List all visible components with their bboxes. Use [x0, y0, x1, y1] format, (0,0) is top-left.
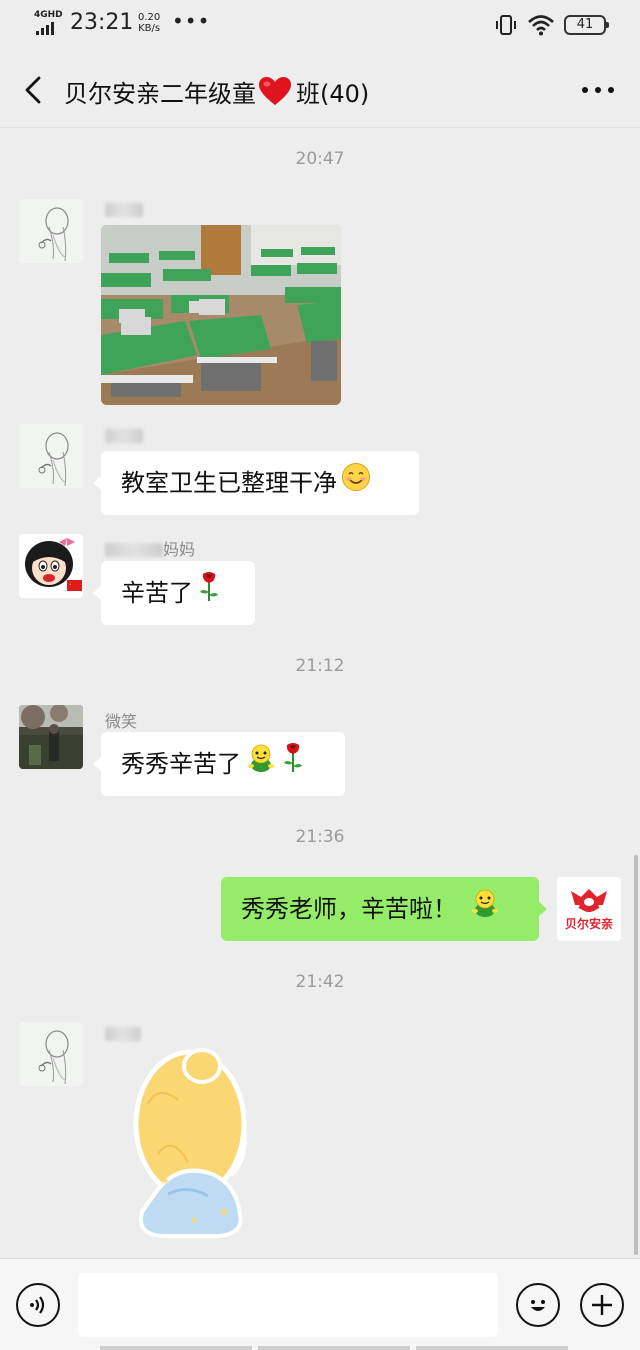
image-message[interactable]	[101, 225, 341, 405]
avatar[interactable]	[19, 199, 83, 263]
more-icon	[582, 87, 588, 93]
message-list[interactable]: 20:47 教室卫生已整理干净 妈妈 辛苦了 21:12 微笑 秀秀辛苦了 21…	[0, 128, 640, 1258]
back-icon	[25, 76, 41, 104]
sender-name	[105, 426, 143, 445]
chat-header: 贝尔安亲二年级童 班(40)	[0, 52, 640, 128]
chat-title: 贝尔安亲二年级童 班(40)	[64, 74, 369, 112]
emoji-icon	[531, 1300, 545, 1311]
signal-icon: 4GHD	[34, 10, 64, 36]
more-button[interactable]	[582, 80, 614, 100]
wifi-icon	[528, 15, 554, 36]
plus-icon	[592, 1295, 612, 1315]
sticker-message[interactable]	[128, 1044, 264, 1240]
timestamp: 20:47	[295, 149, 345, 169]
sender-name: 妈妈	[105, 536, 195, 560]
network-speed: 0.20 KB/s	[138, 12, 161, 34]
rose-icon	[281, 733, 305, 797]
message-bubble[interactable]: 辛苦了	[93, 561, 255, 626]
message-bubble[interactable]: 秀秀辛苦了	[93, 732, 345, 797]
voice-icon	[30, 1296, 45, 1314]
frog-emoji-icon	[245, 733, 277, 797]
sender-name	[105, 1024, 141, 1043]
frog-emoji-icon	[469, 878, 501, 942]
home-indicator	[100, 1346, 568, 1350]
heart-icon	[258, 76, 292, 112]
avatar[interactable]	[19, 1022, 83, 1086]
voice-button[interactable]	[16, 1283, 60, 1327]
timestamp: 21:36	[295, 827, 345, 847]
more-actions-button[interactable]	[580, 1283, 624, 1327]
clock: 23:21	[70, 10, 134, 35]
sender-name: 微笑	[105, 712, 138, 731]
vibrate-icon	[496, 15, 516, 35]
svg-text:贝尔安亲: 贝尔安亲	[565, 916, 613, 931]
message-bubble[interactable]: 教室卫生已整理干净	[93, 451, 419, 516]
emoji-button[interactable]	[516, 1283, 560, 1327]
timestamp: 21:42	[295, 972, 345, 992]
back-button[interactable]	[16, 72, 50, 108]
sender-name	[105, 200, 143, 219]
self-avatar[interactable]: 贝尔安亲	[557, 877, 621, 941]
avatar[interactable]	[19, 424, 83, 488]
notification-more-icon: •••	[172, 9, 211, 33]
status-bar: 4GHD 23:21 0.20 KB/s ••• 41	[0, 0, 640, 52]
scrollbar[interactable]	[634, 855, 638, 1255]
smile-emoji-icon	[341, 452, 371, 516]
message-input[interactable]	[78, 1273, 498, 1337]
battery-indicator: 41	[564, 15, 609, 35]
avatar[interactable]	[19, 534, 83, 598]
rose-icon	[197, 562, 221, 626]
input-bar	[0, 1258, 640, 1350]
logo-icon: 贝尔安亲	[557, 877, 621, 941]
avatar[interactable]	[19, 705, 83, 769]
message-bubble-self[interactable]: 秀秀老师，辛苦啦！	[221, 877, 547, 942]
timestamp: 21:12	[295, 656, 345, 676]
network-type: 4GHD	[34, 10, 63, 20]
